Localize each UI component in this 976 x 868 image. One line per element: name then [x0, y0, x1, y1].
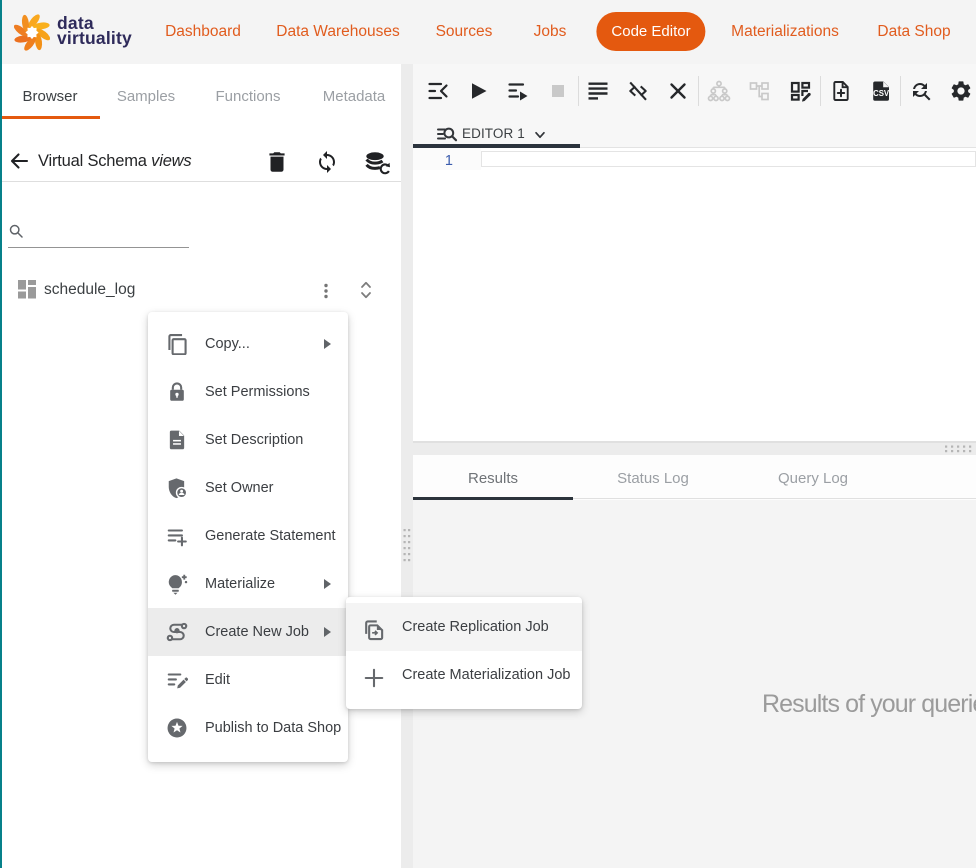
svg-text:CSV: CSV	[873, 89, 890, 98]
